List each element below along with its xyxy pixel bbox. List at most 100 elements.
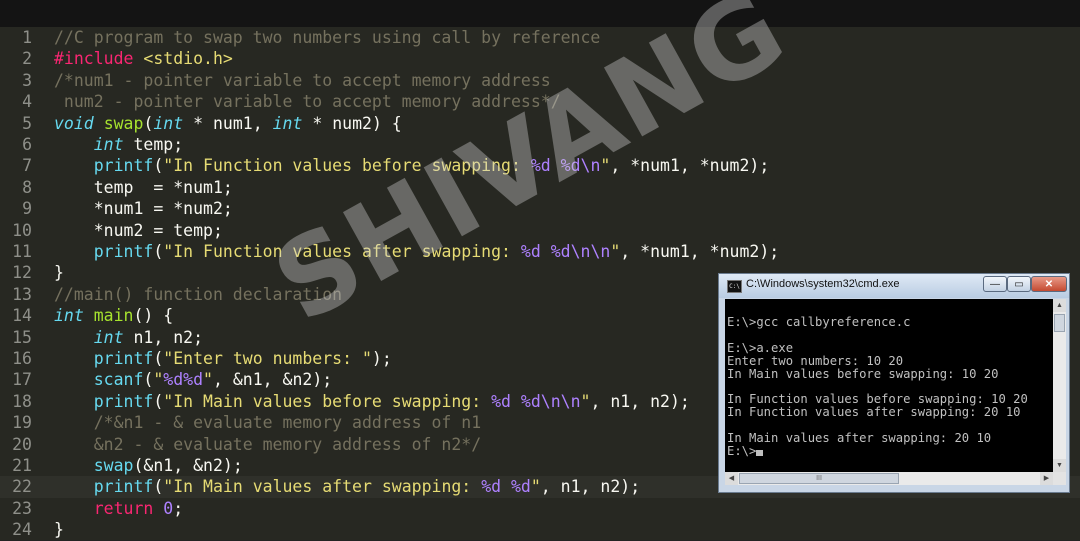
code-text[interactable]: scanf("%d%d", &n1, &n2);	[54, 369, 332, 390]
horizontal-scrollbar[interactable]: ◀ III ▶	[725, 472, 1053, 485]
cmd-window[interactable]: C:\ C:\Windows\system32\cmd.exe — ▭ ✕ E:…	[718, 273, 1070, 493]
console-output[interactable]: E:\>gcc callbyreference.c E:\>a.exe Enter …	[725, 299, 1053, 472]
line-number: 9	[22, 199, 32, 219]
code-token: (	[143, 370, 154, 390]
code-token: %d %d	[481, 477, 531, 497]
code-text[interactable]: *num2 = temp;	[54, 220, 223, 241]
code-text[interactable]: /*num1 - pointer variable to accept memo…	[54, 70, 551, 91]
code-text[interactable]: printf("In Main values before swapping: …	[54, 391, 690, 412]
code-line[interactable]: 5 void swap(int * num1, int * num2) {	[0, 113, 1080, 134]
code-text[interactable]: printf("In Main values after swapping: %…	[54, 476, 640, 497]
code-token: "In Function values before swapping:	[163, 156, 531, 176]
line-number: 14	[12, 306, 32, 326]
code-text[interactable]: }	[54, 519, 64, 540]
console-text: E:\>a.exe	[727, 340, 794, 355]
maximize-button[interactable]: ▭	[1007, 276, 1031, 292]
vertical-scrollbar[interactable]: ▲ ▼	[1053, 299, 1066, 472]
code-line[interactable]: 8 temp = *num1;	[0, 177, 1080, 198]
code-line[interactable]: 24}	[0, 519, 1080, 540]
code-text[interactable]: int temp;	[54, 134, 183, 155]
code-line[interactable]: 9 *num1 = *num2;	[0, 198, 1080, 219]
line-number: 6	[22, 135, 32, 154]
code-text[interactable]: return 0;	[54, 498, 183, 519]
code-token: int	[93, 327, 124, 347]
scroll-up-button[interactable]: ▲	[1053, 299, 1066, 312]
code-line[interactable]: 23 return 0;	[0, 498, 1080, 519]
code-text[interactable]: *num1 = *num2;	[54, 198, 233, 219]
cmd-window-title: C:\Windows\system32\cmd.exe	[746, 278, 900, 290]
vertical-scroll-thumb[interactable]	[1054, 314, 1065, 332]
console-text: In Function values after swapping: 20 10	[727, 405, 1021, 420]
code-token: swap	[103, 113, 144, 133]
scroll-down-button[interactable]: ▼	[1053, 459, 1066, 472]
line-number: 19	[12, 413, 32, 433]
code-text[interactable]: //main() function declaration	[54, 284, 342, 305]
code-token: "	[600, 156, 611, 176]
code-token: //C program to swap two numbers using ca…	[54, 28, 601, 47]
code-text[interactable]: int main() {	[54, 305, 173, 326]
code-text[interactable]: printf("In Function values before swappi…	[54, 155, 770, 176]
line-number: 8	[22, 177, 32, 197]
line-number: 24	[12, 520, 32, 540]
code-token: *num2 = temp;	[54, 220, 223, 240]
horizontal-scroll-thumb[interactable]: III	[739, 473, 899, 484]
code-token: "	[530, 477, 541, 497]
code-line[interactable]: 4 num2 - pointer variable to accept memo…	[0, 91, 1080, 112]
code-text[interactable]: printf("Enter two numbers: ");	[54, 348, 392, 369]
code-line[interactable]: 11 printf("In Function values after swap…	[0, 241, 1080, 262]
code-token: printf	[93, 477, 154, 497]
code-token: /*num1 - pointer variable to accept memo…	[54, 70, 551, 90]
console-line: E:\>	[727, 444, 764, 458]
code-token: /*&n1 - & evaluate memory address of n1	[93, 413, 482, 433]
scroll-left-button[interactable]: ◀	[725, 472, 738, 485]
line-number: 18	[12, 391, 32, 411]
code-text[interactable]: num2 - pointer variable to accept memory…	[54, 91, 561, 112]
code-text[interactable]: //C program to swap two numbers using ca…	[54, 27, 600, 48]
code-text[interactable]: #include <stdio.h>	[54, 48, 233, 69]
code-line[interactable]: 7 printf("In Function values before swap…	[0, 155, 1080, 176]
line-number: 21	[12, 456, 32, 475]
code-line[interactable]: 10 *num2 = temp;	[0, 220, 1080, 241]
code-text[interactable]: temp = *num1;	[54, 177, 233, 198]
code-token: %d%d	[163, 370, 204, 390]
code-line[interactable]: 3 /*num1 - pointer variable to accept mem…	[0, 70, 1080, 91]
scroll-right-button[interactable]: ▶	[1040, 472, 1053, 485]
code-line[interactable]: 1 //C program to swap two numbers using c…	[0, 27, 1080, 48]
resize-grip[interactable]	[1053, 472, 1066, 485]
code-token: "	[580, 391, 591, 411]
code-token: (&n1, &n2);	[133, 456, 243, 475]
console-line: In Function values after swapping: 20 10	[727, 406, 1021, 419]
code-text[interactable]: swap(&n1, &n2);	[54, 455, 243, 476]
code-text[interactable]: void swap(int * num1, int * num2) {	[54, 113, 402, 134]
code-token: num2 - pointer variable to accept memory…	[54, 92, 561, 112]
code-token: main	[93, 306, 134, 326]
code-token: temp = *num1;	[54, 177, 233, 197]
line-number: 12	[12, 263, 32, 283]
code-token: //main() function declaration	[54, 284, 343, 304]
line-number: 16	[12, 349, 32, 368]
code-token: int	[93, 135, 124, 154]
close-button[interactable]: ✕	[1031, 276, 1067, 292]
cmd-window-icon[interactable]: C:\	[727, 280, 742, 293]
code-text[interactable]: /*&n1 - & evaluate memory address of n1	[54, 412, 481, 433]
console-text: E:\>gcc callbyreference.c	[727, 314, 911, 329]
code-token: #include	[54, 49, 134, 69]
code-line[interactable]: 6 int temp;	[0, 134, 1080, 155]
code-token: , *num1, *num2);	[620, 242, 780, 261]
code-token: "In Function values after swapping:	[163, 242, 521, 261]
code-token: %d %d\n	[530, 156, 601, 176]
code-text[interactable]: int n1, n2;	[54, 327, 203, 348]
minimize-button[interactable]: —	[983, 276, 1007, 292]
code-token: &n2 - & evaluate memory address of n2*/	[54, 434, 482, 454]
code-line[interactable]: 2 #include <stdio.h>	[0, 48, 1080, 69]
console-text: Enter two numbers: 10 20	[727, 353, 904, 368]
code-text[interactable]: }	[54, 262, 64, 283]
code-text[interactable]: printf("In Function values after swappin…	[54, 241, 779, 262]
code-token: (	[153, 242, 164, 261]
code-text[interactable]: &n2 - & evaluate memory address of n2*/	[54, 434, 481, 455]
cmd-title-bar[interactable]: C:\ C:\Windows\system32\cmd.exe — ▭ ✕	[719, 274, 1069, 298]
top-bar	[0, 0, 1080, 27]
